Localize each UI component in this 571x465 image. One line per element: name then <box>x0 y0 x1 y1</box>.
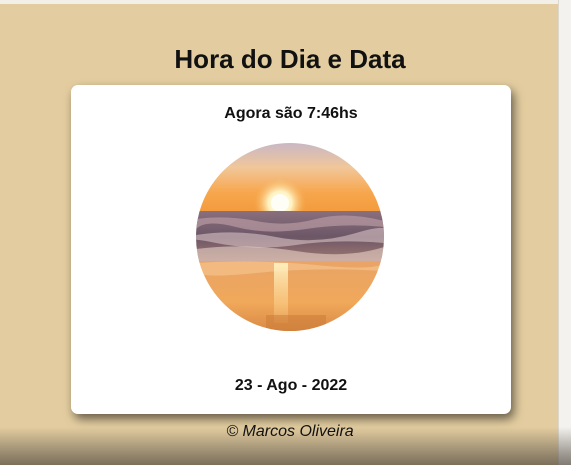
current-time-text: Agora são 7:46hs <box>224 105 358 122</box>
footer-copyright: © Marcos Oliveira <box>226 423 354 440</box>
browser-top-strip <box>0 0 571 4</box>
page-title: Hora do Dia e Data <box>174 44 406 74</box>
sunrise-photo <box>196 143 384 331</box>
current-date-text: 23 - Ago - 2022 <box>234 377 348 394</box>
time-card: Agora são 7:46hs 23 - Ago - 2022 <box>71 85 511 414</box>
